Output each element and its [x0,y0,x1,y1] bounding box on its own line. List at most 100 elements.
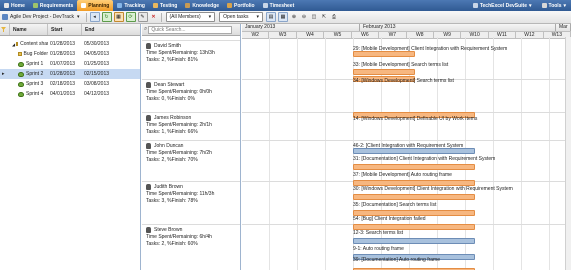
zoom-in-icon[interactable]: ⊕ [290,13,298,21]
tab-requirements[interactable]: Requirements [29,0,77,11]
resource-item[interactable]: David Smith Time Spent/Remaining: 13h/3h T… [142,40,240,64]
tab-label: Portfolio [234,2,255,9]
tab-home[interactable]: Home [0,0,29,11]
gantt-week: W2 [242,32,270,38]
tree-end-cell: 01/25/2013 [84,61,110,67]
tree-end-cell: 02/15/2013 [84,71,110,77]
chevron-down-icon: ▾ [256,14,259,20]
gantt-week: W9 [434,32,462,38]
resource-time: Time Spent/Remaining: 2h/1h [146,122,212,128]
row-pointer-icon: ▸ [2,71,5,77]
toolbar-separator [85,12,87,22]
resource-tasks: Tasks: 1, %Finish: 66% [146,129,198,135]
resource-tasks: Tasks: 2, %Finish: 60% [146,241,198,247]
search-bar: ⌕ [142,24,240,36]
task-bar-label: 9-1: Auto routing frame [353,246,404,252]
resource-name: David Smith [154,42,181,49]
chevron-down-icon: ▾ [563,2,566,9]
sprint-icon [18,81,24,87]
sprint-icon [18,71,24,77]
tree-row[interactable]: Sprint 3 02/18/2013 03/08/2013 [0,79,140,89]
edit-icon[interactable]: ✎ [137,12,148,22]
resource-name: Judith Brown [154,183,183,190]
view-icon[interactable]: ▤ [265,12,276,22]
resource-item[interactable]: Judith Brown Time Spent/Remaining: 11h/3h… [142,181,240,205]
resource-tasks: Tasks: 2, %Finish: 81% [146,57,198,63]
tree-start-cell: 01/28/2013 [50,71,76,77]
tree-row[interactable]: ▸ Sprint 2 01/28/2013 02/15/2013 [0,69,140,79]
zoom-out-icon[interactable]: ⊖ [300,13,308,21]
resource-item[interactable]: James Robinson Time Spent/Remaining: 2h/1… [142,112,240,136]
resource-tasks: Tasks: 3, %Finish: 78% [146,198,198,204]
resource-time: Time Spent/Remaining: 0h/0h [146,89,212,95]
tree-row[interactable]: Sprint 4 04/01/2013 04/12/2013 [0,89,140,99]
task-bar-label: 34: [Windows Development] Search terms l… [353,78,454,84]
sprint-icon [18,91,24,97]
resource-item[interactable]: John Duncan Time Spent/Remaining: 7h/2h Ta… [142,140,240,164]
delete-icon[interactable]: ✕ [150,13,158,21]
gantt-month: January 2013 [242,24,360,31]
task-bar[interactable] [353,69,415,75]
back-icon[interactable]: ◂ [89,12,100,22]
resource-name: John Duncan [154,142,184,149]
resource-name: James Robinson [154,114,192,121]
tab-planning[interactable]: Planning [77,0,114,11]
tab-testing[interactable]: Testing [149,0,181,11]
column-header-end[interactable]: End [82,24,140,35]
folder-icon [16,42,19,46]
resource-item[interactable]: Dean Stewart Time Spent/Remaining: 0h/0h T… [142,79,240,103]
resource-item[interactable]: Steve Brown Time Spent/Remaining: 6h/4h Ta… [142,224,240,248]
row-gutter [0,59,10,69]
grid-icon[interactable]: ▦ [277,12,288,22]
tab-portfolio[interactable]: Portfolio [223,0,259,11]
task-bar[interactable] [353,164,475,170]
search-input[interactable] [148,25,233,34]
user-menu[interactable]: TechExcel DevSuite ▾ [468,0,537,11]
filter-icon[interactable] [0,24,10,35]
tree-end-cell: 03/08/2013 [84,81,110,87]
top-navigation: Home Requirements Planning Tracking Testing K… [0,0,571,11]
nav-right: TechExcel DevSuite ▾ Tools ▾ [468,0,571,11]
project-title[interactable]: Agile Dev Project - DevTrack [10,14,74,20]
tree-row[interactable]: Bug Folder 01/28/2013 04/05/2013 [0,49,140,59]
dropdown-arrow-icon[interactable]: ▾ [77,14,80,20]
task-bar-label: 30: [Windows Development] Client Integra… [353,186,513,192]
person-icon [146,142,151,149]
person-icon [146,183,151,190]
planning-icon [81,3,87,8]
person-icon [146,81,151,88]
tab-label: Tracking [124,2,145,9]
column-header-name[interactable]: Name [10,24,48,35]
refresh-icon[interactable]: ↻ [101,12,112,22]
testing-icon [152,3,158,8]
tab-knowledge[interactable]: Knowledge [181,0,223,11]
task-bar[interactable] [353,194,475,200]
sync-icon[interactable]: ⟳ [125,12,136,22]
project-toolbar: Agile Dev Project - DevTrack ▾ ◂ ↻ ▦ ⟳ ✎… [0,11,571,24]
print-icon[interactable]: ⎙ [330,13,338,21]
tab-tracking[interactable]: Tracking [113,0,149,11]
tasks-filter-select[interactable]: Open tasks ▾ [219,12,263,22]
expand-icon[interactable]: ⇱ [320,13,328,21]
fit-icon[interactable]: ◫ [310,13,318,21]
vertical-scrollbar[interactable] [565,37,571,270]
tree-row[interactable]: Sprint 1 01/07/2013 01/25/2013 [0,59,140,69]
tab-timesheet[interactable]: Timesheet [259,0,299,11]
tree-row[interactable]: ◢ Content sharing m01/28/2013 05/30/2013 [0,39,140,49]
tree-name-cell: Sprint 2 [10,69,48,79]
person-icon [146,114,151,121]
resource-tasks: Tasks: 0, %Finish: 0% [146,96,195,102]
calendar-icon[interactable]: ▦ [113,12,124,22]
column-header-start[interactable]: Start [48,24,82,35]
user-icon [472,3,478,8]
resource-time: Time Spent/Remaining: 6h/4h [146,234,212,240]
resource-tasks: Tasks: 2, %Finish: 70% [146,157,198,163]
resource-time: Time Spent/Remaining: 7h/2h [146,150,212,156]
tasks-filter-value: Open tasks [223,14,249,20]
tools-menu[interactable]: Tools ▾ [537,0,571,11]
collapse-arrow-icon[interactable]: ◢ [12,42,15,47]
task-bar[interactable] [353,238,475,244]
members-filter-select[interactable]: (All Members) ▾ [165,12,216,22]
tab-label: Planning [88,2,110,9]
folder-icon [18,52,22,56]
